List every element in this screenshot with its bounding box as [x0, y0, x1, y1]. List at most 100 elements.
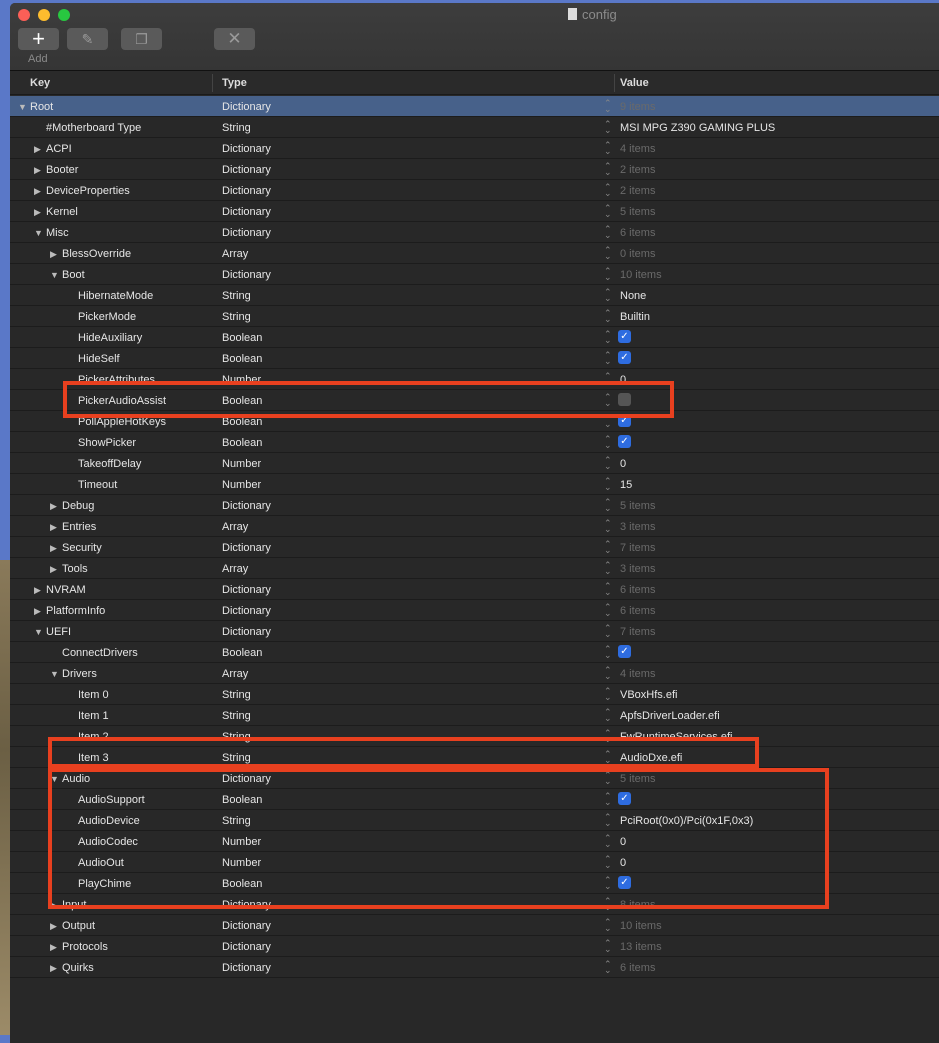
table-row[interactable]: ▶ Output Dictionary ⌃ ⌄ 10 items: [10, 915, 939, 936]
column-type[interactable]: Type: [222, 77, 247, 89]
row-type[interactable]: Dictionary: [222, 941, 271, 953]
disclosure-open-icon[interactable]: ▼: [34, 627, 43, 637]
row-value[interactable]: 15: [620, 479, 632, 491]
table-row[interactable]: Item 1 String ⌃ ⌄ ApfsDriverLoader.efi: [10, 705, 939, 726]
stepper-icon[interactable]: ⌃ ⌄: [604, 519, 612, 534]
row-type[interactable]: Dictionary: [222, 500, 271, 512]
stepper-icon[interactable]: ⌃ ⌄: [604, 582, 612, 597]
disclosure-open-icon[interactable]: ▼: [50, 669, 59, 679]
table-row[interactable]: ▼ Drivers Array ⌃ ⌄ 4 items: [10, 663, 939, 684]
stepper-icon[interactable]: ⌃ ⌄: [604, 246, 612, 261]
row-type[interactable]: Dictionary: [222, 269, 271, 281]
row-type[interactable]: Dictionary: [222, 626, 271, 638]
row-type[interactable]: String: [222, 311, 251, 323]
table-row[interactable]: Timeout Number ⌃ ⌄ 15: [10, 474, 939, 495]
table-row[interactable]: ▶ Debug Dictionary ⌃ ⌄ 5 items: [10, 495, 939, 516]
row-type[interactable]: String: [222, 122, 251, 134]
disclosure-closed-icon[interactable]: ▶: [50, 963, 57, 974]
table-row[interactable]: ▼ Root Dictionary ⌃ ⌄ 9 items: [10, 96, 939, 117]
row-type[interactable]: Dictionary: [222, 542, 271, 554]
stepper-icon[interactable]: ⌃ ⌄: [604, 624, 612, 639]
duplicate-button[interactable]: ❐: [121, 28, 162, 50]
stepper-icon[interactable]: ⌃ ⌄: [604, 351, 612, 366]
row-type[interactable]: Boolean: [222, 332, 262, 344]
stepper-icon[interactable]: ⌃ ⌄: [604, 435, 612, 450]
row-type[interactable]: Dictionary: [222, 206, 271, 218]
stepper-icon[interactable]: ⌃ ⌄: [604, 225, 612, 240]
table-row[interactable]: ▶ Quirks Dictionary ⌃ ⌄ 6 items: [10, 957, 939, 978]
disclosure-open-icon[interactable]: ▼: [50, 270, 59, 280]
stepper-icon[interactable]: ⌃ ⌄: [604, 477, 612, 492]
stepper-icon[interactable]: ⌃ ⌄: [604, 561, 612, 576]
stepper-icon[interactable]: ⌃ ⌄: [604, 267, 612, 282]
disclosure-closed-icon[interactable]: ▶: [34, 606, 41, 617]
table-row[interactable]: ▶ Protocols Dictionary ⌃ ⌄ 13 items: [10, 936, 939, 957]
stepper-icon[interactable]: ⌃ ⌄: [604, 918, 612, 933]
table-row[interactable]: PickerMode String ⌃ ⌄ Builtin: [10, 306, 939, 327]
row-value[interactable]: Builtin: [620, 311, 650, 323]
disclosure-closed-icon[interactable]: ▶: [34, 585, 41, 596]
row-value[interactable]: MSI MPG Z390 GAMING PLUS: [620, 122, 775, 134]
table-row[interactable]: ConnectDrivers Boolean ⌃ ⌄ ✓: [10, 642, 939, 663]
table-row[interactable]: ▶ DeviceProperties Dictionary ⌃ ⌄ 2 items: [10, 180, 939, 201]
disclosure-open-icon[interactable]: ▼: [34, 228, 43, 238]
row-type[interactable]: String: [222, 290, 251, 302]
stepper-icon[interactable]: ⌃ ⌄: [604, 603, 612, 618]
row-type[interactable]: Dictionary: [222, 605, 271, 617]
disclosure-closed-icon[interactable]: ▶: [50, 564, 57, 575]
table-row[interactable]: ▶ Security Dictionary ⌃ ⌄ 7 items: [10, 537, 939, 558]
column-key[interactable]: Key: [30, 77, 50, 89]
row-type[interactable]: Dictionary: [222, 143, 271, 155]
table-row[interactable]: ▶ NVRAM Dictionary ⌃ ⌄ 6 items: [10, 579, 939, 600]
table-row[interactable]: ▼ Misc Dictionary ⌃ ⌄ 6 items: [10, 222, 939, 243]
table-row[interactable]: ▶ BlessOverride Array ⌃ ⌄ 0 items: [10, 243, 939, 264]
table-row[interactable]: ▶ Entries Array ⌃ ⌄ 3 items: [10, 516, 939, 537]
stepper-icon[interactable]: ⌃ ⌄: [604, 309, 612, 324]
disclosure-open-icon[interactable]: ▼: [18, 102, 27, 112]
row-value[interactable]: None: [620, 290, 646, 302]
disclosure-closed-icon[interactable]: ▶: [50, 522, 57, 533]
row-type[interactable]: Dictionary: [222, 920, 271, 932]
stepper-icon[interactable]: ⌃ ⌄: [604, 939, 612, 954]
row-type[interactable]: Array: [222, 563, 248, 575]
stepper-icon[interactable]: ⌃ ⌄: [604, 498, 612, 513]
table-row[interactable]: ▼ Boot Dictionary ⌃ ⌄ 10 items: [10, 264, 939, 285]
stepper-icon[interactable]: ⌃ ⌄: [604, 120, 612, 135]
stepper-icon[interactable]: ⌃ ⌄: [604, 687, 612, 702]
stepper-icon[interactable]: ⌃ ⌄: [604, 99, 612, 114]
stepper-icon[interactable]: ⌃ ⌄: [604, 141, 612, 156]
row-type[interactable]: String: [222, 689, 251, 701]
checkbox[interactable]: ✓: [618, 351, 631, 364]
row-type[interactable]: Number: [222, 458, 261, 470]
disclosure-closed-icon[interactable]: ▶: [50, 921, 57, 932]
table-row[interactable]: HideSelf Boolean ⌃ ⌄ ✓: [10, 348, 939, 369]
stepper-icon[interactable]: ⌃ ⌄: [604, 162, 612, 177]
table-row[interactable]: ShowPicker Boolean ⌃ ⌄ ✓: [10, 432, 939, 453]
disclosure-closed-icon[interactable]: ▶: [50, 501, 57, 512]
row-type[interactable]: Boolean: [222, 353, 262, 365]
row-value[interactable]: 0: [620, 458, 626, 470]
column-value[interactable]: Value: [620, 77, 649, 89]
row-value[interactable]: ApfsDriverLoader.efi: [620, 710, 720, 722]
table-row[interactable]: TakeoffDelay Number ⌃ ⌄ 0: [10, 453, 939, 474]
zoom-window-button[interactable]: [58, 9, 70, 21]
table-row[interactable]: ▶ Tools Array ⌃ ⌄ 3 items: [10, 558, 939, 579]
stepper-icon[interactable]: ⌃ ⌄: [604, 666, 612, 681]
row-type[interactable]: String: [222, 710, 251, 722]
stepper-icon[interactable]: ⌃ ⌄: [604, 456, 612, 471]
table-row[interactable]: HibernateMode String ⌃ ⌄ None: [10, 285, 939, 306]
disclosure-closed-icon[interactable]: ▶: [34, 186, 41, 197]
checkbox[interactable]: ✓: [618, 645, 631, 658]
table-row[interactable]: ▶ Kernel Dictionary ⌃ ⌄ 5 items: [10, 201, 939, 222]
row-type[interactable]: Dictionary: [222, 227, 271, 239]
row-type[interactable]: Number: [222, 479, 261, 491]
disclosure-closed-icon[interactable]: ▶: [50, 942, 57, 953]
stepper-icon[interactable]: ⌃ ⌄: [604, 330, 612, 345]
disclosure-closed-icon[interactable]: ▶: [34, 144, 41, 155]
edit-button[interactable]: ✎: [67, 28, 108, 50]
row-type[interactable]: Array: [222, 248, 248, 260]
table-row[interactable]: ▼ UEFI Dictionary ⌃ ⌄ 7 items: [10, 621, 939, 642]
disclosure-closed-icon[interactable]: ▶: [34, 165, 41, 176]
table-row[interactable]: #Motherboard Type String ⌃ ⌄ MSI MPG Z390 GA…: [10, 117, 939, 138]
stepper-icon[interactable]: ⌃ ⌄: [604, 540, 612, 555]
